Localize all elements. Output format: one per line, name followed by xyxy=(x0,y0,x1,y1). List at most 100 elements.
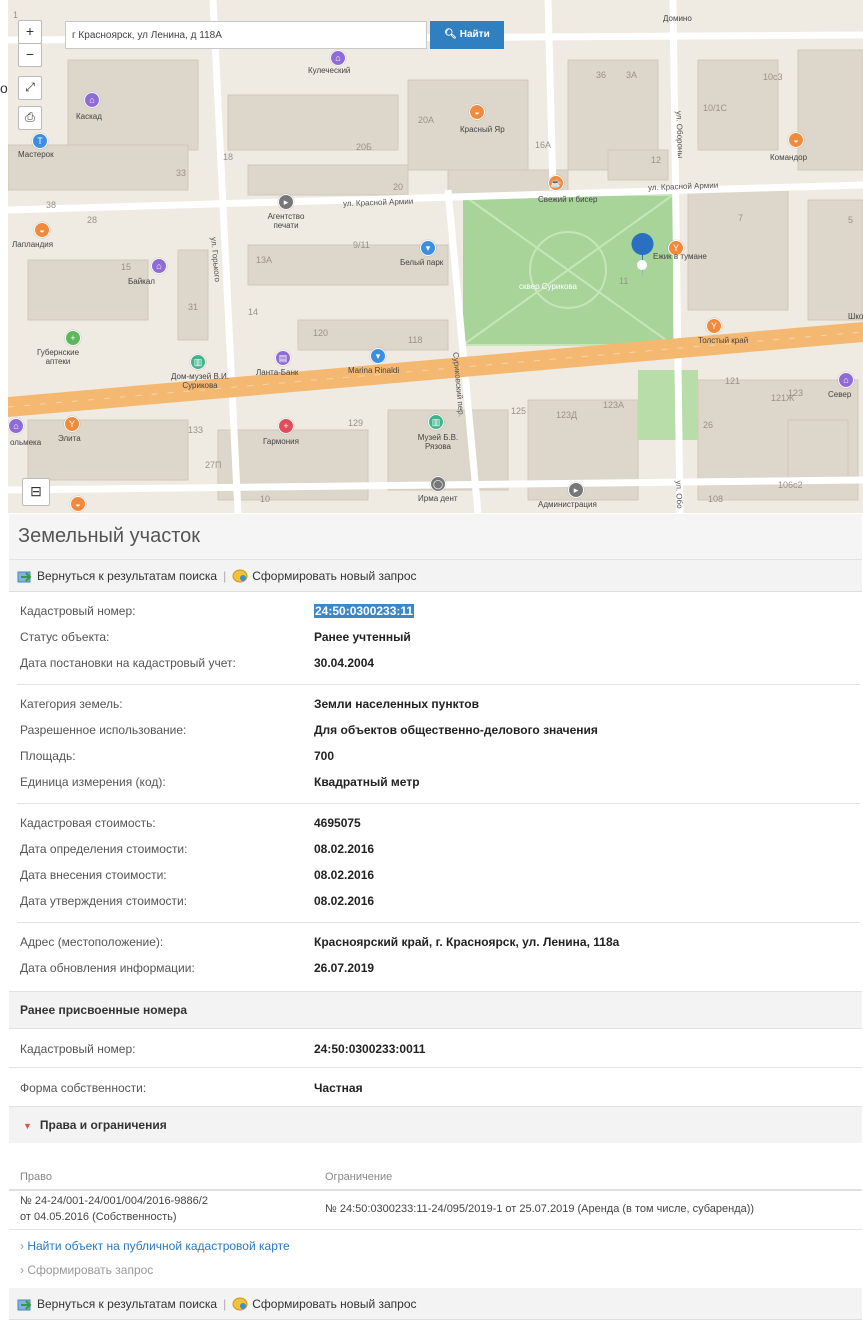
find-button-label: Найти xyxy=(459,29,490,40)
info-row: Дата обновления информации: 26.07.2019 xyxy=(9,955,862,981)
poi-icon[interactable]: ◒ xyxy=(70,496,86,512)
info-row: Дата постановки на кадастровый учет: 30.0… xyxy=(9,650,862,676)
field-label: Дата постановки на кадастровый учет: xyxy=(20,656,236,670)
field-label: Дата внесения стоимости: xyxy=(20,868,167,882)
make-request-link[interactable]: › Сформировать запрос xyxy=(9,1258,862,1282)
poi-icon[interactable]: ⌂ xyxy=(84,92,100,108)
arrow-back-icon xyxy=(17,1299,32,1310)
new-request-label: Сформировать новый запрос xyxy=(252,1296,417,1311)
street-label: ул. Обороны xyxy=(674,110,685,159)
house-number: 18 xyxy=(223,152,234,162)
info-row: Площадь: 700 xyxy=(9,743,862,769)
link-bullet: › xyxy=(20,1239,24,1253)
poi-icon[interactable]: ▸ xyxy=(568,482,584,498)
layers-button[interactable]: ⊟ xyxy=(22,478,50,506)
poi-icon[interactable]: ⌂ xyxy=(8,418,24,434)
info-row: Кадастровый номер: 24:50:0300233:0011 xyxy=(9,1029,862,1068)
rights-section-toggle[interactable]: ▼ Права и ограничения xyxy=(9,1107,862,1143)
field-value: Для объектов общественно-делового значен… xyxy=(314,723,598,737)
house-number: 118 xyxy=(408,335,423,345)
find-button[interactable]: 🔍︎ Найти xyxy=(430,21,504,49)
field-value: Ранее учтенный xyxy=(314,630,411,644)
poi-label: Ирма дент xyxy=(418,494,458,503)
house-number: 133 xyxy=(188,425,204,435)
poi-icon[interactable]: ▾ xyxy=(370,348,386,364)
poi-label: Лапландия xyxy=(12,240,54,249)
link-bullet: › xyxy=(20,1263,24,1277)
new-request-link[interactable]: Сформировать новый запрос xyxy=(232,569,417,583)
info-row: Адрес (местоположение): Красноярский край… xyxy=(9,929,862,955)
cadastral-number-value[interactable]: 24:50:0300233:11 xyxy=(314,604,415,618)
poi-icon[interactable]: ◒ xyxy=(469,104,485,120)
restriction-record: № 24:50:0300233:11-24/095/2019-1 от 25.0… xyxy=(325,1203,755,1215)
rights-heading: Права и ограничения xyxy=(39,1118,167,1132)
request-icon xyxy=(232,569,248,582)
info-row: Кадастровая стоимость: 4695075 xyxy=(9,810,862,836)
poi-label: Ежик в тумане xyxy=(653,252,707,261)
house-number: 108 xyxy=(708,494,724,504)
zoom-in-button[interactable]: + xyxy=(18,20,42,44)
poi-icon[interactable]: ⌂ xyxy=(330,50,346,66)
poi-icon[interactable]: ▤ xyxy=(275,350,291,366)
info-row: Кадастровый номер: 24:50:0300233:11 xyxy=(9,598,862,624)
info-row: Дата утверждения стоимости: 08.02.2016 xyxy=(9,888,862,914)
poi-label: Красный Яр xyxy=(460,125,505,134)
info-row: Разрешенное использование: Для объектов о… xyxy=(9,717,862,743)
house-number: 11 xyxy=(619,276,629,286)
poi-label: Север xyxy=(828,390,852,399)
print-button[interactable]: ⎙ xyxy=(18,106,42,130)
house-number: 10 xyxy=(260,494,271,504)
request-icon xyxy=(232,1297,248,1310)
poi-icon[interactable]: Y xyxy=(706,318,722,334)
house-number: 1 xyxy=(13,10,19,20)
street-label: ул. Обо xyxy=(674,480,685,509)
field-value: 26.07.2019 xyxy=(314,961,375,975)
field-label: Кадастровая стоимость: xyxy=(20,816,156,830)
poi-icon[interactable]: ▥ xyxy=(428,414,444,430)
poi-icon[interactable]: ▾ xyxy=(420,240,436,256)
poi-icon[interactable]: Y xyxy=(64,416,80,432)
poi-label: Гармония xyxy=(263,437,299,446)
toolbar-separator: | xyxy=(223,568,227,583)
poi-icon[interactable]: + xyxy=(65,330,81,346)
poi-icon[interactable]: ⌂ xyxy=(838,372,854,388)
search-icon: 🔍︎ xyxy=(444,29,457,40)
poi-label: Свежий и бисер xyxy=(538,195,598,204)
top-toolbar: Вернуться к результатам поиска | Сформир… xyxy=(9,560,862,592)
fullscreen-button[interactable]: ⤢ xyxy=(18,76,42,100)
zoom-out-button[interactable]: − xyxy=(18,43,42,67)
back-to-results-link[interactable]: Вернуться к результатам поиска xyxy=(17,1297,217,1311)
poi-icon[interactable]: ◯ xyxy=(430,476,446,492)
house-number: 28 xyxy=(87,215,98,225)
find-on-public-map-link[interactable]: › Найти объект на публичной кадастровой … xyxy=(9,1234,862,1258)
poi-icon[interactable]: ▸ xyxy=(278,194,294,210)
house-number: 12 xyxy=(651,155,662,165)
poi-label: Элита xyxy=(58,434,81,443)
field-label: Адрес (местоположение): xyxy=(20,935,164,949)
poi-icon[interactable]: ▥ xyxy=(190,354,206,370)
poi-label: Marina Rinaldi xyxy=(348,366,400,375)
right-record-line2: от 04.05.2016 (Собственность) xyxy=(20,1211,177,1223)
info-panel: Земельный участок Вернуться к результата… xyxy=(9,514,862,1320)
map-view[interactable]: 36 3А 10с3 10/1С 20А 20Б 16А 12 33 18 28… xyxy=(8,0,863,513)
poi-icon[interactable]: T xyxy=(32,133,48,149)
poi-label: Школа xyxy=(848,312,863,321)
field-value: Земли населенных пунктов xyxy=(314,697,480,711)
poi-icon[interactable]: ◒ xyxy=(788,132,804,148)
house-number: 20 xyxy=(393,182,404,192)
poi-label: Белый парк xyxy=(400,258,444,267)
house-number: 20А xyxy=(418,115,435,125)
new-request-link[interactable]: Сформировать новый запрос xyxy=(232,1296,417,1311)
back-to-results-link[interactable]: Вернуться к результатам поиска xyxy=(17,569,217,583)
poi-icon[interactable]: + xyxy=(278,418,294,434)
house-number: 10с3 xyxy=(763,72,783,82)
poi-icon[interactable]: ◒ xyxy=(34,222,50,238)
field-value: 08.02.2016 xyxy=(314,868,375,882)
house-number: 7 xyxy=(738,213,744,223)
field-value: 30.04.2004 xyxy=(314,656,375,670)
house-number: 20Б xyxy=(356,142,372,152)
poi-icon[interactable]: ☕ xyxy=(548,175,564,191)
address-search-input[interactable] xyxy=(65,21,427,49)
poi-icon[interactable]: ⌂ xyxy=(151,258,167,274)
house-number: 10/1С xyxy=(703,103,728,113)
